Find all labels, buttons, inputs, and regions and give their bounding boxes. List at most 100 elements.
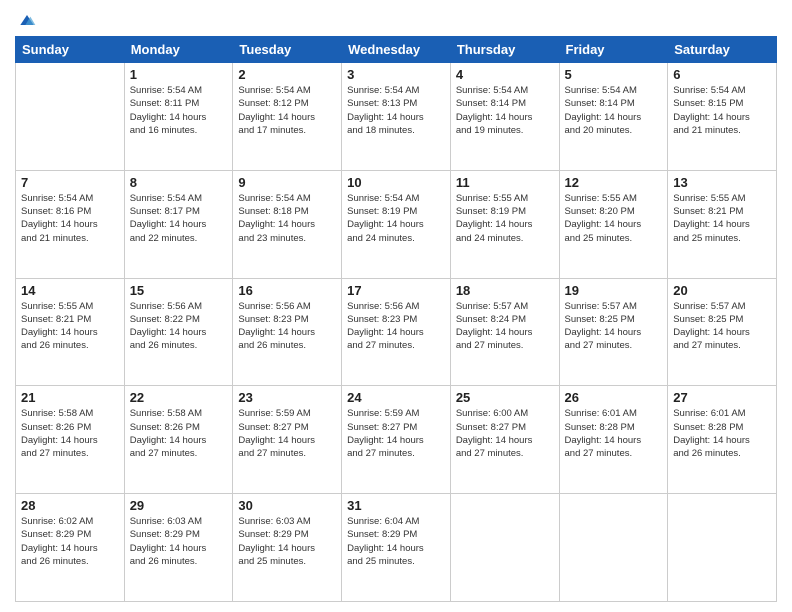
calendar-header-tuesday: Tuesday	[233, 37, 342, 63]
day-info: Sunrise: 5:55 AMSunset: 8:19 PMDaylight:…	[456, 192, 554, 245]
calendar-header-friday: Friday	[559, 37, 668, 63]
daylight-text-cont: and 22 minutes.	[130, 233, 198, 244]
daylight-text: Daylight: 14 hours	[673, 435, 750, 446]
calendar-cell: 6Sunrise: 5:54 AMSunset: 8:15 PMDaylight…	[668, 63, 777, 171]
daylight-text: Daylight: 14 hours	[130, 112, 207, 123]
sunset-text: Sunset: 8:17 PM	[130, 206, 200, 217]
sunset-text: Sunset: 8:29 PM	[347, 529, 417, 540]
daylight-text-cont: and 21 minutes.	[673, 125, 741, 136]
calendar-cell: 23Sunrise: 5:59 AMSunset: 8:27 PMDayligh…	[233, 386, 342, 494]
week-row-1: 1Sunrise: 5:54 AMSunset: 8:11 PMDaylight…	[16, 63, 777, 171]
calendar-header-wednesday: Wednesday	[342, 37, 451, 63]
header	[15, 10, 777, 30]
sunrise-text: Sunrise: 5:56 AM	[130, 301, 202, 312]
day-number: 28	[21, 498, 119, 513]
calendar-cell: 5Sunrise: 5:54 AMSunset: 8:14 PMDaylight…	[559, 63, 668, 171]
daylight-text-cont: and 24 minutes.	[347, 233, 415, 244]
logo-icon	[17, 10, 37, 30]
daylight-text-cont: and 23 minutes.	[238, 233, 306, 244]
daylight-text-cont: and 27 minutes.	[347, 448, 415, 459]
sunrise-text: Sunrise: 5:54 AM	[21, 193, 93, 204]
sunrise-text: Sunrise: 6:03 AM	[238, 516, 310, 527]
day-number: 20	[673, 283, 771, 298]
calendar-cell: 29Sunrise: 6:03 AMSunset: 8:29 PMDayligh…	[124, 494, 233, 602]
calendar-cell: 15Sunrise: 5:56 AMSunset: 8:22 PMDayligh…	[124, 278, 233, 386]
calendar-cell: 4Sunrise: 5:54 AMSunset: 8:14 PMDaylight…	[450, 63, 559, 171]
day-number: 29	[130, 498, 228, 513]
daylight-text-cont: and 26 minutes.	[130, 556, 198, 567]
daylight-text: Daylight: 14 hours	[130, 219, 207, 230]
daylight-text: Daylight: 14 hours	[347, 435, 424, 446]
sunrise-text: Sunrise: 5:56 AM	[347, 301, 419, 312]
sunrise-text: Sunrise: 5:54 AM	[456, 85, 528, 96]
day-number: 24	[347, 390, 445, 405]
sunrise-text: Sunrise: 6:04 AM	[347, 516, 419, 527]
sunset-text: Sunset: 8:23 PM	[347, 314, 417, 325]
daylight-text: Daylight: 14 hours	[347, 112, 424, 123]
week-row-2: 7Sunrise: 5:54 AMSunset: 8:16 PMDaylight…	[16, 170, 777, 278]
calendar-header-thursday: Thursday	[450, 37, 559, 63]
sunset-text: Sunset: 8:27 PM	[347, 422, 417, 433]
daylight-text-cont: and 17 minutes.	[238, 125, 306, 136]
daylight-text-cont: and 25 minutes.	[238, 556, 306, 567]
daylight-text-cont: and 27 minutes.	[21, 448, 89, 459]
day-info: Sunrise: 5:56 AMSunset: 8:23 PMDaylight:…	[238, 300, 336, 353]
daylight-text: Daylight: 14 hours	[238, 219, 315, 230]
daylight-text: Daylight: 14 hours	[456, 327, 533, 338]
daylight-text-cont: and 25 minutes.	[347, 556, 415, 567]
sunrise-text: Sunrise: 5:57 AM	[456, 301, 528, 312]
sunset-text: Sunset: 8:21 PM	[673, 206, 743, 217]
day-number: 21	[21, 390, 119, 405]
sunset-text: Sunset: 8:22 PM	[130, 314, 200, 325]
sunrise-text: Sunrise: 5:56 AM	[238, 301, 310, 312]
calendar-header-monday: Monday	[124, 37, 233, 63]
sunrise-text: Sunrise: 5:54 AM	[673, 85, 745, 96]
day-info: Sunrise: 5:54 AMSunset: 8:14 PMDaylight:…	[565, 84, 663, 137]
daylight-text: Daylight: 14 hours	[347, 327, 424, 338]
calendar-cell: 14 Sunrise: 5:55 AMSunset: 8:21 PMDayligh…	[16, 278, 125, 386]
calendar-cell: 20Sunrise: 5:57 AMSunset: 8:25 PMDayligh…	[668, 278, 777, 386]
day-number: 26	[565, 390, 663, 405]
sunrise-text: Sunrise: 5:58 AM	[21, 408, 93, 419]
sunrise-text: Sunrise: 5:55 AM	[673, 193, 745, 204]
calendar-cell: 18Sunrise: 5:57 AMSunset: 8:24 PMDayligh…	[450, 278, 559, 386]
daylight-text-cont: and 27 minutes.	[347, 340, 415, 351]
day-number: 4	[456, 67, 554, 82]
daylight-text: Daylight: 14 hours	[673, 327, 750, 338]
daylight-text: Daylight: 14 hours	[238, 327, 315, 338]
daylight-text: Daylight: 14 hours	[565, 219, 642, 230]
daylight-text-cont: and 26 minutes.	[21, 340, 89, 351]
sunset-text: Sunset: 8:24 PM	[456, 314, 526, 325]
daylight-text: Daylight: 14 hours	[130, 435, 207, 446]
sunset-text: Sunset: 8:12 PM	[238, 98, 308, 109]
calendar-cell	[16, 63, 125, 171]
calendar-cell: 26Sunrise: 6:01 AMSunset: 8:28 PMDayligh…	[559, 386, 668, 494]
daylight-text-cont: and 27 minutes.	[238, 448, 306, 459]
day-number: 10	[347, 175, 445, 190]
day-number: 27	[673, 390, 771, 405]
daylight-text: Daylight: 14 hours	[21, 327, 98, 338]
day-info: Sunrise: 5:54 AMSunset: 8:16 PMDaylight:…	[21, 192, 119, 245]
sunrise-text: Sunrise: 5:58 AM	[130, 408, 202, 419]
calendar-cell: 30Sunrise: 6:03 AMSunset: 8:29 PMDayligh…	[233, 494, 342, 602]
sunset-text: Sunset: 8:29 PM	[130, 529, 200, 540]
day-number: 8	[130, 175, 228, 190]
day-number: 14	[21, 283, 119, 298]
calendar-cell: 27Sunrise: 6:01 AMSunset: 8:28 PMDayligh…	[668, 386, 777, 494]
daylight-text-cont: and 27 minutes.	[673, 340, 741, 351]
sunrise-text: Sunrise: 5:59 AM	[238, 408, 310, 419]
sunset-text: Sunset: 8:28 PM	[673, 422, 743, 433]
sunrise-text: Sunrise: 5:55 AM	[565, 193, 637, 204]
sunset-text: Sunset: 8:18 PM	[238, 206, 308, 217]
day-info: Sunrise: 6:03 AMSunset: 8:29 PMDaylight:…	[238, 515, 336, 568]
daylight-text-cont: and 26 minutes.	[21, 556, 89, 567]
day-info: Sunrise: 5:55 AMSunset: 8:21 PMDaylight:…	[21, 300, 119, 353]
daylight-text-cont: and 27 minutes.	[130, 448, 198, 459]
calendar-cell	[450, 494, 559, 602]
page: SundayMondayTuesdayWednesdayThursdayFrid…	[0, 0, 792, 612]
day-info: Sunrise: 5:59 AMSunset: 8:27 PMDaylight:…	[347, 407, 445, 460]
day-info: Sunrise: 5:54 AMSunset: 8:11 PMDaylight:…	[130, 84, 228, 137]
day-number: 22	[130, 390, 228, 405]
daylight-text: Daylight: 14 hours	[565, 112, 642, 123]
calendar-cell: 19Sunrise: 5:57 AMSunset: 8:25 PMDayligh…	[559, 278, 668, 386]
